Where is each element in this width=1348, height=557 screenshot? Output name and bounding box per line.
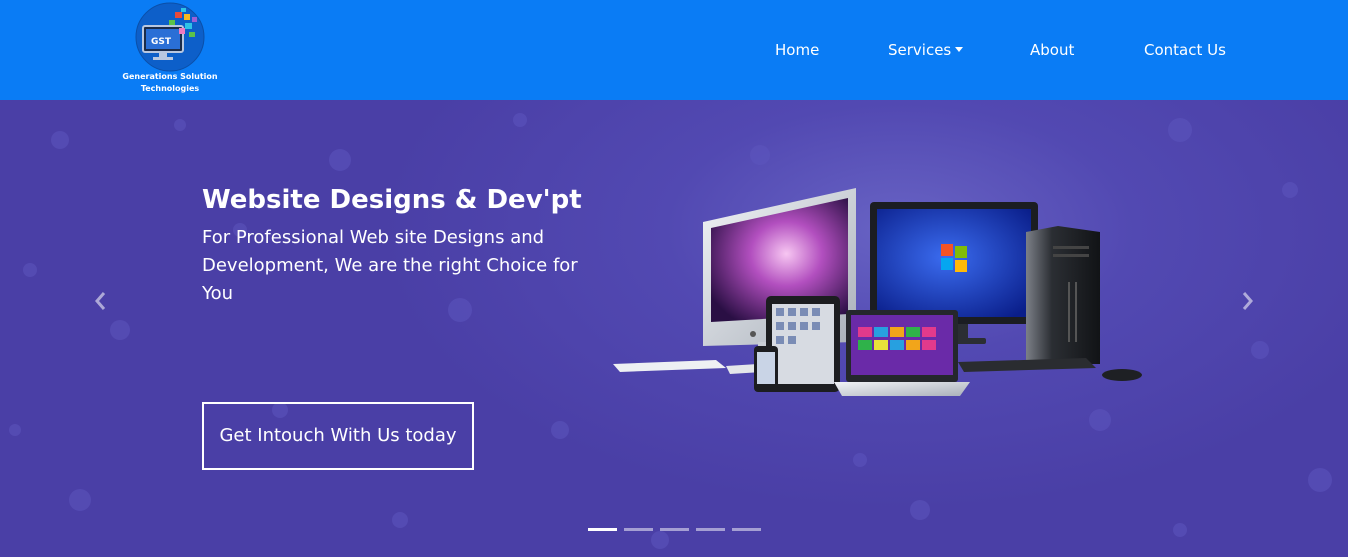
carousel-indicator-1[interactable] xyxy=(588,528,617,531)
carousel-indicator-3[interactable] xyxy=(660,528,689,531)
caret-down-icon xyxy=(955,47,964,52)
brand-name-line2: Technologies xyxy=(140,84,200,93)
chevron-left-icon xyxy=(95,292,106,310)
nav-home[interactable]: Home xyxy=(775,38,819,62)
carousel-indicator-4[interactable] xyxy=(696,528,725,531)
slide-title: Website Designs & Dev'pt xyxy=(202,185,582,215)
nav-about-label: About xyxy=(1030,41,1075,59)
nav-services-dropdown[interactable]: Services xyxy=(888,38,964,62)
get-intouch-button[interactable]: Get Intouch With Us today xyxy=(202,402,474,470)
nav-about[interactable]: About xyxy=(1030,38,1074,62)
nav-contact-label: Contact Us xyxy=(1144,41,1226,59)
nav-contact[interactable]: Contact Us xyxy=(1144,38,1226,62)
carousel-next-button[interactable] xyxy=(1235,289,1259,313)
slide-description: For Professional Web site Designs and De… xyxy=(202,227,578,304)
brand-name: Generations Solution Technologies xyxy=(112,71,228,95)
devices-illustration xyxy=(613,188,1142,396)
chevron-right-icon xyxy=(1242,292,1253,310)
hero-carousel: Website Designs & Dev'pt For Professiona… xyxy=(0,100,1348,557)
brand-name-line1: Generations Solution xyxy=(122,72,218,81)
carousel-indicator-2[interactable] xyxy=(624,528,653,531)
carousel-prev-button[interactable] xyxy=(89,289,113,313)
carousel-indicator-5[interactable] xyxy=(732,528,761,531)
main-nav: Home Services About Contact Us xyxy=(0,38,1348,62)
navbar: GST Generations Solution Technologies Ho… xyxy=(0,0,1348,100)
nav-home-label: Home xyxy=(775,41,820,59)
nav-services-label: Services xyxy=(888,41,952,59)
